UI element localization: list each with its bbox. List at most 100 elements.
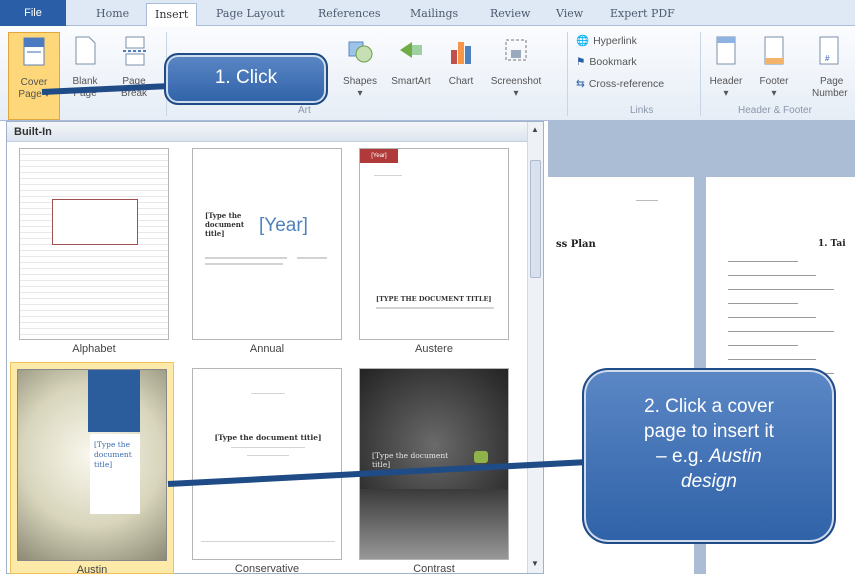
thumbnail-label: Austere [415,343,453,355]
ribbon-tab-bar: File Home Insert Page Layout References … [0,0,855,27]
blank-page-icon [75,36,96,65]
austin-blue-band [88,370,140,432]
illustrations-group-label: Art [298,105,311,116]
cover-page-alphabet[interactable]: Alphabet [12,148,176,355]
footer-dropdown-arrow: ▾ [771,88,777,99]
page-number-mark [636,200,658,201]
ribbon-separator [567,32,568,116]
shapes-button[interactable]: Shapes ▾ [336,32,384,100]
blank-page-button[interactable]: Blank Page [64,32,106,100]
footer-label: Footer [759,76,789,87]
cover-page-conservative[interactable]: [Type the document title] Conservative [185,368,349,574]
callout-two-prefix: – e.g. [656,446,709,467]
thumbnail-label: Annual [249,343,285,355]
annual-title-text: [Type the document title] [205,211,245,238]
toc-line [728,317,816,318]
header-dropdown-arrow: ▾ [723,88,729,99]
shapes-dropdown-arrow: ▾ [357,88,363,99]
page-number-label-line1: Page [820,76,844,87]
scroll-down-icon[interactable]: ▼ [531,559,539,568]
footer-button[interactable]: Footer ▾ [752,32,796,100]
screenshot-dropdown-arrow: ▾ [513,88,519,99]
toc-line [728,345,798,346]
thumbnail-label: Contrast [413,563,455,574]
cross-reference-label: Cross-reference [588,78,665,90]
chart-label: Chart [448,76,474,87]
page-number-label-line2: Number [812,88,848,99]
callout-two-line4: design [584,469,834,494]
header-button[interactable]: Header ▾ [704,32,748,100]
text-line [297,257,327,259]
cover-page-button[interactable]: Cover Page ▾ [8,32,60,120]
screenshot-icon [505,39,527,61]
text-line [247,455,289,456]
tab-view[interactable]: View [548,3,591,26]
page-break-label-line1: Page [122,76,146,87]
contrast-thumbnail: [Type the document title] [359,368,509,560]
scroll-up-icon[interactable]: ▲ [531,125,539,134]
tab-page-layout[interactable]: Page Layout [208,3,293,26]
cover-page-contrast[interactable]: [Type the document title] Contrast [352,368,516,574]
screenshot-label: Screenshot [490,76,542,87]
callout-two-line3: – e.g. Austin [584,444,834,469]
cover-page-austin[interactable]: [Type the document title] Austin [10,362,174,574]
header-icon [716,36,736,65]
smartart-button[interactable]: SmartArt [386,32,436,88]
hyperlink-button[interactable]: 🌐 Hyperlink [576,34,637,48]
scrollbar-thumb[interactable] [530,160,541,278]
alphabet-title-box [52,199,138,245]
screenshot-button[interactable]: Screenshot ▾ [484,32,548,100]
smartart-label: SmartArt [391,76,431,87]
alphabet-thumbnail [19,148,169,340]
thumbnail-label: Austin [76,564,108,574]
page-break-button[interactable]: Page Break [112,32,156,100]
tab-expert-pdf[interactable]: Expert PDF [602,3,683,26]
shapes-label: Shapes [343,76,377,87]
toc-line [728,275,816,276]
gallery-scrollbar[interactable]: ▲ ▼ [527,122,543,573]
tab-mailings[interactable]: Mailings [402,3,466,26]
toc-line [728,359,816,360]
text-line [205,257,287,259]
annual-thumbnail: [Type the document title] [Year] [192,148,342,340]
text-line [376,307,494,309]
gallery-heading: Built-In [7,122,543,142]
bookmark-icon: ⚑ [576,56,586,68]
annual-year-text: [Year] [259,215,308,236]
cross-reference-button[interactable]: ⇆ Cross-reference [576,78,664,90]
ribbon-separator [700,32,701,116]
toc-line [728,331,834,332]
tab-references[interactable]: References [310,3,389,26]
chart-button[interactable]: Chart [441,32,481,88]
header-footer-group-label: Header & Footer [738,105,812,116]
callout-two-emphasis-austin: Austin [709,446,762,467]
cover-page-annual[interactable]: [Type the document title] [Year] Annual [185,148,349,355]
document-heading-left: ss Plan [556,239,596,250]
page-break-label-line2: Break [120,88,148,99]
cover-page-icon [23,37,45,66]
cover-page-label-line1: Cover [20,77,48,88]
conservative-thumbnail: [Type the document title] [192,368,342,560]
callout-one: 1. Click [164,53,328,105]
austere-year-tab: [Year] [360,149,398,163]
callout-two: 2. Click a cover page to insert it – e.g… [582,368,836,544]
toc-line [728,261,798,262]
callout-two-line2: page to insert it [644,421,774,442]
blank-page-label-line2: Page [73,88,97,99]
smartart-icon [400,42,422,58]
ribbon: Cover Page ▾ Blank Page Page Break Shape… [0,26,855,121]
hyperlink-icon: 🌐 [576,35,590,47]
tab-review[interactable]: Review [482,3,538,26]
hyperlink-label: Hyperlink [593,34,637,47]
cover-page-austere[interactable]: [Year] [TYPE THE DOCUMENT TITLE] Austere [352,148,516,355]
tab-file[interactable]: File [0,0,66,26]
thumbnail-label: Alphabet [72,343,116,355]
page-number-button[interactable]: # Page Number [802,32,855,100]
bookmark-button[interactable]: ⚑ Bookmark [576,56,637,68]
callout-two-line1: 2. Click a cover [644,396,774,417]
cover-page-label-line2: Page ▾ [18,89,50,100]
page-number-icon: # [819,36,839,65]
text-line [205,263,283,265]
tab-home[interactable]: Home [88,3,137,26]
tab-insert[interactable]: Insert [146,3,198,27]
